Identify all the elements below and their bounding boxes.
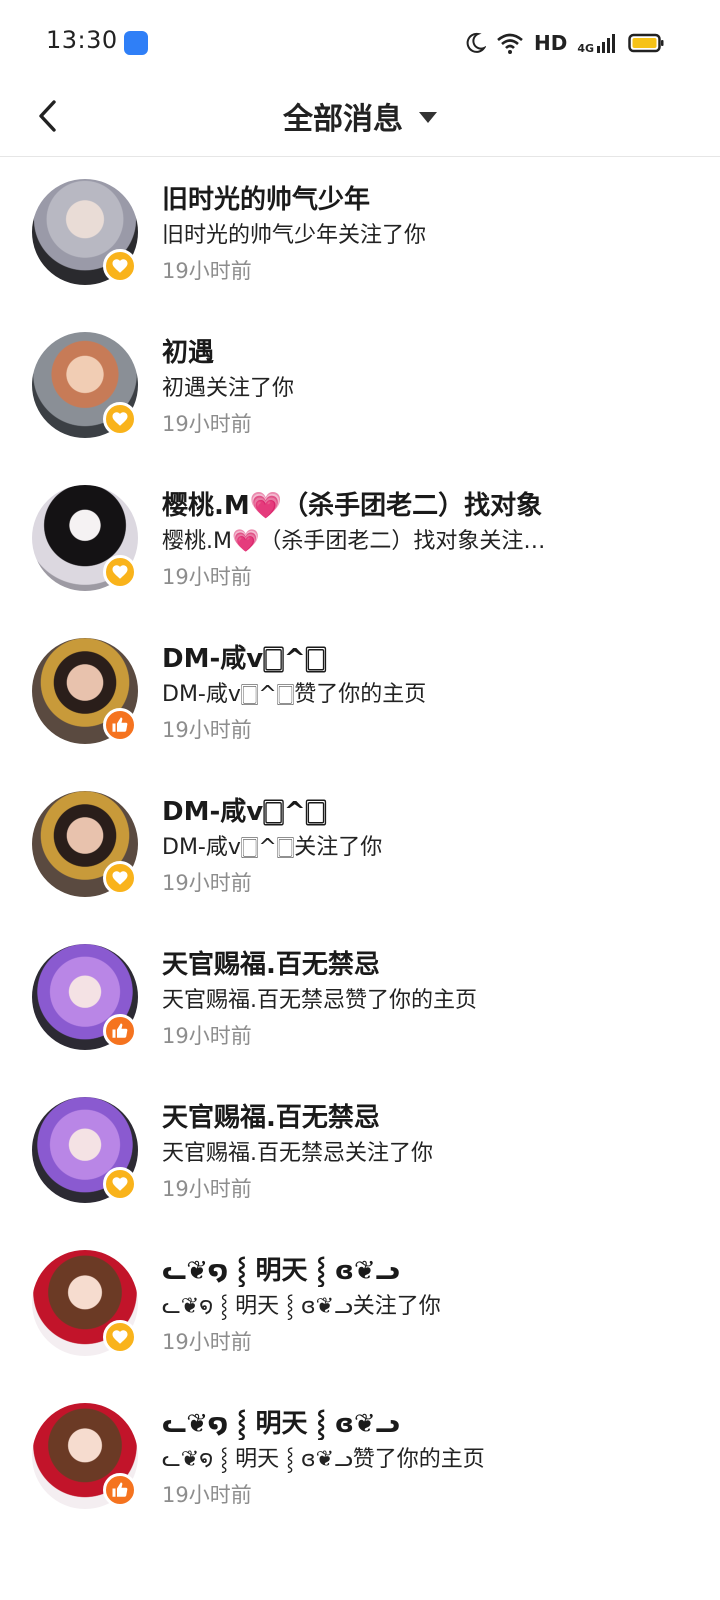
message-text: DM-咸v🀆^🀆赞了你的主页 — [162, 682, 427, 707]
hd-label: HD — [533, 31, 568, 55]
header: 全部消息 — [0, 86, 720, 157]
message-sender-name: 天官赐福.百无禁忌 — [162, 950, 380, 980]
heart-icon — [103, 1167, 137, 1201]
message-sender-name: 初遇 — [162, 338, 215, 368]
message-text: 天官赐福.百无禁忌关注了你 — [162, 1141, 433, 1166]
message-sender-name: 天官赐福.百无禁忌 — [162, 1103, 380, 1133]
message-sender-name: ᓚ❦໑ ⸾ 明天 ⸾ ɞ❦ᓗ — [162, 1256, 400, 1286]
message-item[interactable]: 樱桃.M💗（杀手团老二）找对象樱桃.M💗（杀手团老二）找对象关注了你 19小时前 — [0, 463, 720, 616]
message-text: DM-咸v🀆^🀆关注了你 — [162, 835, 383, 860]
message-item[interactable]: 天官赐福.百无禁忌天官赐福.百无禁忌关注了你 19小时前 — [0, 1075, 720, 1228]
message-sender-name: DM-咸v🀆^🀆 — [162, 797, 327, 827]
moon-icon — [466, 32, 486, 53]
network-label: 4G — [577, 42, 594, 55]
signal-icon: 4G — [577, 32, 618, 54]
message-timestamp: 19小时前 — [162, 1177, 252, 1201]
page-title: 全部消息 — [283, 102, 403, 137]
message-item[interactable]: 旧时光的帅气少年旧时光的帅气少年关注了你 19小时前 — [0, 157, 720, 310]
heart-icon — [103, 402, 137, 436]
message-timestamp: 19小时前 — [162, 565, 252, 589]
status-bar: 13:30 HD 4G — [0, 0, 720, 86]
message-text: ᓚ❦໑ ⸾ 明天 ⸾ ɞ❦ᓗ关注了你 — [162, 1294, 441, 1319]
message-item[interactable]: DM-咸v🀆^🀆 DM-咸v🀆^🀆赞了你的主页 19小时前 — [0, 616, 720, 769]
message-timestamp: 19小时前 — [162, 1024, 252, 1048]
message-sender-name: DM-咸v🀆^🀆 — [162, 644, 327, 674]
app-notification-icon — [124, 31, 148, 55]
heart-icon — [103, 861, 137, 895]
message-sender-name: ᓚ❦໑ ⸾ 明天 ⸾ ɞ❦ᓗ — [162, 1409, 400, 1439]
thumbs-up-icon — [103, 708, 137, 742]
message-filter-dropdown[interactable]: 全部消息 — [0, 91, 720, 141]
message-timestamp: 19小时前 — [162, 412, 252, 436]
message-sender-name: 樱桃.M💗（杀手团老二）找对象 — [162, 491, 543, 521]
message-item[interactable]: DM-咸v🀆^🀆 DM-咸v🀆^🀆关注了你 19小时前 — [0, 769, 720, 922]
message-text: ᓚ❦໑ ⸾ 明天 ⸾ ɞ❦ᓗ赞了你的主页 — [162, 1447, 485, 1472]
thumbs-up-icon — [103, 1014, 137, 1048]
message-list: 旧时光的帅气少年 旧时光的帅气少年关注了你 19小时前 初遇 初遇关注了你 19小时前 樱桃… — [0, 157, 720, 1534]
message-text: 初遇关注了你 — [162, 376, 295, 401]
message-item[interactable]: ᓚ❦໑ ⸾ 明天 ⸾ ɞ❦ᓗ ᓚ❦໑ ⸾ 明天 ⸾ ɞ❦ᓗ关注了你 19小时前 — [0, 1228, 720, 1381]
thumbs-up-icon — [103, 1473, 137, 1507]
message-sender-name: 旧时光的帅气少年 — [162, 185, 371, 215]
heart-icon — [103, 1320, 137, 1354]
message-text: 旧时光的帅气少年关注了你 — [162, 223, 427, 248]
message-item[interactable]: ᓚ❦໑ ⸾ 明天 ⸾ ɞ❦ᓗ ᓚ❦໑ ⸾ 明天 ⸾ ɞ❦ᓗ赞了你的主页 19小时前 — [0, 1381, 720, 1534]
message-text: 樱桃.M💗（杀手团老二）找对象关注了你 — [162, 529, 552, 554]
message-timestamp: 19小时前 — [162, 718, 252, 742]
wifi-icon — [497, 33, 523, 54]
message-item[interactable]: 天官赐福.百无禁忌天官赐福.百无禁忌赞了你的主页 19小时前 — [0, 922, 720, 1075]
message-timestamp: 19小时前 — [162, 1483, 252, 1507]
message-timestamp: 19小时前 — [162, 259, 252, 283]
message-timestamp: 19小时前 — [162, 871, 252, 895]
status-time: 13:30 — [46, 26, 118, 54]
message-text: 天官赐福.百无禁忌赞了你的主页 — [162, 988, 477, 1013]
caret-down-icon — [419, 111, 437, 123]
message-item[interactable]: 初遇初遇关注了你 19小时前 — [0, 310, 720, 463]
message-timestamp: 19小时前 — [162, 1330, 252, 1354]
status-icons: HD 4G — [466, 28, 664, 58]
heart-icon — [103, 249, 137, 283]
battery-icon — [628, 33, 664, 53]
heart-icon — [103, 555, 137, 589]
